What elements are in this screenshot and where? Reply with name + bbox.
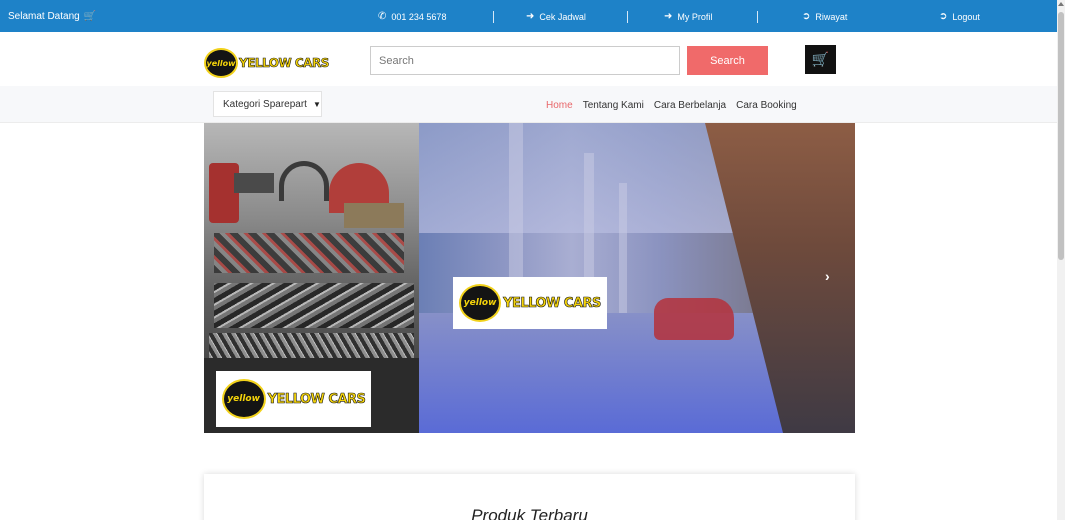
my-profil-label: My Profil: [677, 12, 713, 22]
kategori-dropdown[interactable]: Kategori Sparepart ▼: [213, 91, 322, 117]
cart-icon[interactable]: 🛒: [84, 11, 96, 22]
scrollbar[interactable]: [1057, 0, 1065, 520]
riwayat-link[interactable]: ➲ Riwayat: [802, 11, 848, 23]
banner-logo-left: yellow YELLOW CARS: [216, 371, 371, 427]
search-button[interactable]: Search: [687, 46, 768, 75]
logo-badge: yellow: [204, 48, 238, 78]
cek-jadwal-link[interactable]: ➜ Cek Jadwal: [526, 11, 586, 23]
menu-tentang-kami[interactable]: Tentang Kami: [583, 100, 644, 111]
top-bar: Selamat Datang 🛒 ✆ 001 234 5678 ➜ Cek Ja…: [0, 0, 1057, 32]
phone-number: 001 234 5678: [391, 12, 447, 22]
phone-link[interactable]: ✆ 001 234 5678: [378, 11, 447, 23]
chevron-right-icon[interactable]: ›: [825, 268, 830, 284]
main-menu: Home Tentang Kami Cara Berbelanja Cara B…: [546, 100, 797, 111]
logo-text: YELLOW CARS: [239, 56, 330, 71]
divider: [627, 11, 628, 23]
cek-jadwal-label: Cek Jadwal: [539, 12, 586, 22]
menu-cara-booking[interactable]: Cara Booking: [736, 100, 797, 111]
sign-out-icon: ➲: [802, 11, 811, 22]
cart-icon: 🛒: [811, 51, 830, 67]
scrollbar-thumb[interactable]: [1058, 12, 1064, 260]
phone-icon: ✆: [378, 11, 387, 22]
nav-bar: [0, 86, 1057, 123]
riwayat-label: Riwayat: [815, 12, 848, 22]
sign-out-icon: ➲: [939, 11, 948, 22]
caret-down-icon: ▼: [312, 99, 321, 109]
welcome-text: Selamat Datang 🛒: [8, 11, 96, 22]
menu-cara-berbelanja[interactable]: Cara Berbelanja: [654, 100, 726, 111]
divider: [493, 11, 494, 23]
my-profil-link[interactable]: ➜ My Profil: [664, 11, 713, 23]
sign-in-icon: ➜: [664, 11, 673, 22]
scroll-up-icon[interactable]: [1058, 2, 1064, 6]
section-title: Produk Terbaru: [471, 506, 588, 520]
product-section: Produk Terbaru: [204, 474, 855, 520]
kategori-label: Kategori Sparepart: [223, 98, 307, 110]
welcome-label: Selamat Datang: [8, 11, 80, 22]
logout-label: Logout: [952, 12, 980, 22]
hero-banner[interactable]: yellow YELLOW CARS yellow YELLOW CARS: [204, 123, 855, 433]
search-input[interactable]: [370, 46, 680, 75]
sign-in-icon: ➜: [526, 11, 535, 22]
site-logo[interactable]: yellow YELLOW CARS: [204, 48, 330, 78]
banner-logo-center: yellow YELLOW CARS: [453, 277, 607, 329]
divider: [757, 11, 758, 23]
menu-home[interactable]: Home: [546, 100, 573, 111]
logout-link[interactable]: ➲ Logout: [939, 11, 980, 23]
cart-button[interactable]: 🛒: [805, 45, 836, 74]
